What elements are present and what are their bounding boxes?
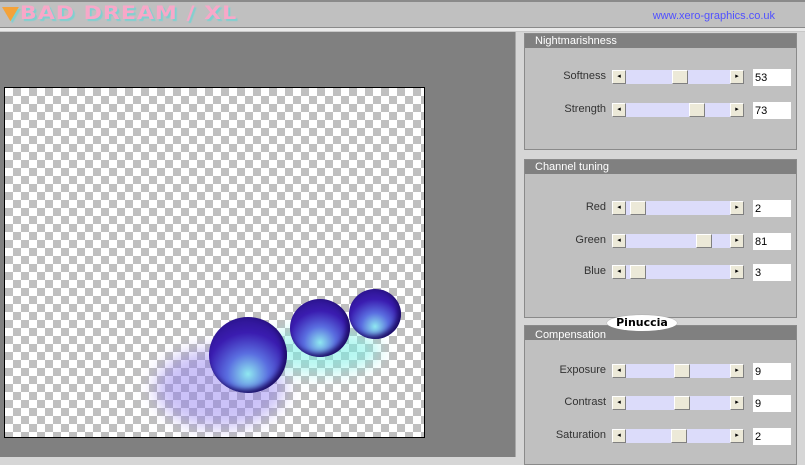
slider-label: Saturation [555, 429, 606, 441]
arrow-right-icon[interactable]: ▸ [730, 70, 744, 84]
strength-value-input[interactable] [753, 102, 791, 119]
glass-sphere [209, 317, 287, 393]
slider-thumb[interactable] [630, 201, 646, 215]
slider-track[interactable] [626, 396, 730, 410]
arrow-right-icon[interactable]: ▸ [730, 265, 744, 279]
slider-track[interactable] [626, 234, 730, 248]
slider-label: Strength [564, 103, 606, 115]
slider-label: Blue [583, 265, 606, 277]
panel-title: Nightmarishness [525, 34, 796, 48]
slider-track[interactable] [626, 201, 730, 215]
slider-label: Green [575, 234, 606, 246]
red-slider[interactable]: Red ◂ ▸ [525, 200, 798, 217]
arrow-left-icon[interactable]: ◂ [612, 201, 626, 215]
exposure-value-input[interactable] [753, 363, 791, 380]
green-slider[interactable]: Green ◂ ▸ [525, 233, 798, 250]
strength-slider[interactable]: Strength ◂ ▸ [525, 102, 798, 119]
saturation-value-input[interactable] [753, 428, 791, 445]
slider-thumb[interactable] [630, 265, 646, 279]
contrast-value-input[interactable] [753, 395, 791, 412]
arrow-left-icon[interactable]: ◂ [612, 364, 626, 378]
watermark-badge: Pinuccia [607, 315, 677, 331]
slider-thumb[interactable] [674, 396, 690, 410]
preview-canvas[interactable] [4, 87, 425, 438]
contrast-slider[interactable]: Contrast ◂ ▸ [525, 395, 798, 412]
arrow-right-icon[interactable]: ▸ [730, 201, 744, 215]
green-value-input[interactable] [753, 233, 791, 250]
glass-sphere [290, 299, 350, 357]
arrow-right-icon[interactable]: ▸ [730, 396, 744, 410]
arrow-left-icon[interactable]: ◂ [612, 429, 626, 443]
slider-thumb[interactable] [672, 70, 688, 84]
arrow-left-icon[interactable]: ◂ [612, 103, 626, 117]
arrow-right-icon[interactable]: ▸ [730, 234, 744, 248]
nightmarishness-panel: Nightmarishness Softness ◂ ▸ Strength ◂ … [524, 33, 797, 150]
softness-slider[interactable]: Softness ◂ ▸ [525, 69, 798, 86]
exposure-slider[interactable]: Exposure ◂ ▸ [525, 363, 798, 380]
slider-track[interactable] [626, 265, 730, 279]
website-link[interactable]: www.xero-graphics.co.uk [653, 10, 775, 22]
panel-title: Channel tuning [525, 160, 796, 174]
blue-slider[interactable]: Blue ◂ ▸ [525, 264, 798, 281]
slider-label: Softness [563, 70, 606, 82]
slider-label: Red [585, 201, 606, 213]
logo-triangle-icon: ▼ [2, 3, 20, 25]
slider-thumb[interactable] [671, 429, 687, 443]
blue-value-input[interactable] [753, 264, 791, 281]
arrow-right-icon[interactable]: ▸ [730, 364, 744, 378]
app-title: BAD DREAM / XL [19, 3, 238, 25]
slider-track[interactable] [626, 429, 730, 443]
arrow-left-icon[interactable]: ◂ [612, 234, 626, 248]
arrow-right-icon[interactable]: ▸ [730, 429, 744, 443]
title-bar: ▼BAD DREAM / XL www.xero-graphics.co.uk [0, 0, 805, 28]
red-value-input[interactable] [753, 200, 791, 217]
saturation-slider[interactable]: Saturation ◂ ▸ [525, 428, 798, 445]
arrow-left-icon[interactable]: ◂ [612, 396, 626, 410]
channel-tuning-panel: Channel tuning Red ◂ ▸ Green ◂ ▸ Blue ◂ … [524, 159, 797, 318]
arrow-left-icon[interactable]: ◂ [612, 265, 626, 279]
softness-value-input[interactable] [753, 69, 791, 86]
arrow-right-icon[interactable]: ▸ [730, 103, 744, 117]
slider-thumb[interactable] [689, 103, 705, 117]
app-logo: ▼BAD DREAM / XL [2, 3, 237, 24]
compensation-panel: Compensation Exposure ◂ ▸ Contrast ◂ ▸ S… [524, 325, 797, 465]
slider-track[interactable] [626, 70, 730, 84]
slider-track[interactable] [626, 364, 730, 378]
preview-area[interactable] [0, 32, 516, 457]
glass-sphere [349, 289, 401, 339]
slider-thumb[interactable] [674, 364, 690, 378]
slider-thumb[interactable] [696, 234, 712, 248]
arrow-left-icon[interactable]: ◂ [612, 70, 626, 84]
slider-track[interactable] [626, 103, 730, 117]
slider-label: Exposure [559, 364, 606, 376]
slider-label: Contrast [564, 396, 606, 408]
